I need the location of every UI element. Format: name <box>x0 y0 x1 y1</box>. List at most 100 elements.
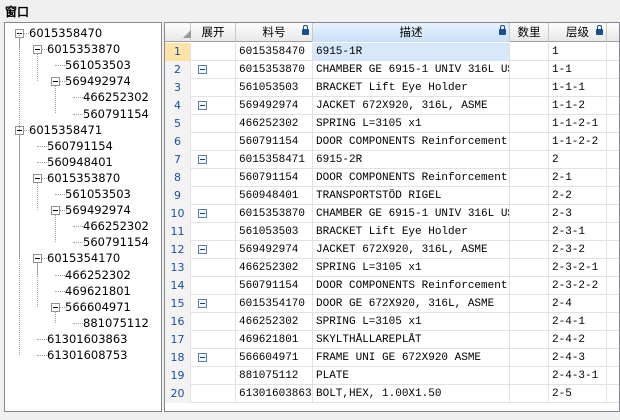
quantity-cell[interactable] <box>510 43 549 61</box>
row-number[interactable]: 19 <box>165 367 191 385</box>
quantity-cell[interactable] <box>510 223 549 241</box>
description-cell[interactable]: CHAMBER GE 6915-1 UNIV 316L US <box>313 61 510 79</box>
row-number[interactable]: 2 <box>165 61 191 79</box>
quantity-cell[interactable] <box>510 61 549 79</box>
expand-cell[interactable] <box>191 349 236 367</box>
tree-node[interactable]: 466252302 <box>83 89 149 105</box>
description-cell[interactable]: DOOR GE 672X920, 316L, ASME <box>313 295 510 313</box>
description-cell[interactable]: SPRING L=3105 x1 <box>313 313 510 331</box>
level-cell[interactable]: 2-1 <box>549 169 607 187</box>
table-row[interactable]: 8 560791154 DOOR COMPONENTS Reinforcement 2… <box>165 169 619 187</box>
tree-node[interactable]: 566604971 <box>65 299 131 315</box>
tree-node[interactable]: 560791154 <box>47 138 113 154</box>
tree-node[interactable]: 881075112 <box>83 315 149 331</box>
description-cell[interactable]: DOOR COMPONENTS Reinforcement <box>313 169 510 187</box>
table-row[interactable]: 12 569492974 JACKET 672X920, 316L, ASME 2-3… <box>165 241 619 259</box>
description-cell[interactable]: BRACKET Lift Eye Holder <box>313 79 510 97</box>
quantity-cell[interactable] <box>510 259 549 277</box>
tree-node[interactable]: 6015358471 <box>29 122 102 138</box>
part-number-cell[interactable]: 560791154 <box>236 133 313 151</box>
collapse-toggle-icon[interactable] <box>198 65 207 74</box>
row-number[interactable]: 13 <box>165 259 191 277</box>
part-number-cell[interactable]: 560948401 <box>236 187 313 205</box>
level-cell[interactable]: 1-1-2-1 <box>549 115 607 133</box>
tree-node[interactable]: 469621801 <box>65 283 131 299</box>
expand-cell[interactable] <box>191 151 236 169</box>
part-number-cell[interactable]: 561053503 <box>236 79 313 97</box>
expand-cell[interactable] <box>191 61 236 79</box>
level-cell[interactable]: 2 <box>549 151 607 169</box>
part-number-cell[interactable]: 61301603863 <box>236 385 313 403</box>
tree-node[interactable]: 569492974 <box>65 73 131 89</box>
level-cell[interactable]: 2-4-1 <box>549 313 607 331</box>
level-cell[interactable]: 2-4-2 <box>549 331 607 349</box>
row-number[interactable]: 5 <box>165 115 191 133</box>
quantity-cell[interactable] <box>510 331 549 349</box>
tree-node[interactable]: 560791154 <box>83 234 149 250</box>
quantity-cell[interactable] <box>510 187 549 205</box>
description-cell[interactable]: BOLT,HEX, 1.00X1.50 <box>313 385 510 403</box>
collapse-toggle-icon[interactable] <box>198 299 207 308</box>
description-cell[interactable]: SPRING L=3105 x1 <box>313 115 510 133</box>
column-header-part[interactable]: 料号 <box>236 23 313 42</box>
description-cell[interactable]: SPRING L=3105 x1 <box>313 259 510 277</box>
part-number-cell[interactable]: 6015353870 <box>236 61 313 79</box>
row-number[interactable]: 8 <box>165 169 191 187</box>
tree-node[interactable]: 6015354170 <box>47 250 120 266</box>
level-cell[interactable]: 2-4-3 <box>549 349 607 367</box>
level-cell[interactable]: 2-3-2 <box>549 241 607 259</box>
expand-cell[interactable] <box>191 43 236 61</box>
collapse-toggle-icon[interactable] <box>198 209 207 218</box>
quantity-cell[interactable] <box>510 241 549 259</box>
expand-cell[interactable] <box>191 115 236 133</box>
part-number-cell[interactable]: 569492974 <box>236 97 313 115</box>
column-header-level[interactable]: 层级 <box>549 23 607 42</box>
table-row[interactable]: 11 561053503 BRACKET Lift Eye Holder 2-3-1 <box>165 223 619 241</box>
row-number[interactable]: 3 <box>165 79 191 97</box>
bom-tree-panel[interactable]: 6015358470 6015353870 561053503 569492974 46… <box>4 22 162 412</box>
quantity-cell[interactable] <box>510 313 549 331</box>
part-number-cell[interactable]: 466252302 <box>236 313 313 331</box>
quantity-cell[interactable] <box>510 79 549 97</box>
table-row[interactable]: 18 566604971 FRAME UNI GE 672X920 ASME 2-4-… <box>165 349 619 367</box>
expand-cell[interactable] <box>191 223 236 241</box>
part-number-cell[interactable]: 466252302 <box>236 115 313 133</box>
description-cell[interactable]: 6915-2R <box>313 151 510 169</box>
row-number[interactable]: 4 <box>165 97 191 115</box>
tree-node[interactable]: 6015353870 <box>47 170 120 186</box>
select-all-corner-icon[interactable] <box>183 30 191 38</box>
tree-node[interactable]: 6015358470 <box>29 25 102 41</box>
quantity-cell[interactable] <box>510 169 549 187</box>
tree-node[interactable]: 6015353870 <box>47 41 120 57</box>
part-number-cell[interactable]: 469621801 <box>236 331 313 349</box>
expand-cell[interactable] <box>191 259 236 277</box>
table-row[interactable]: 16 466252302 SPRING L=3105 x1 2-4-1 <box>165 313 619 331</box>
quantity-cell[interactable] <box>510 151 549 169</box>
level-cell[interactable]: 1-1-2-2 <box>549 133 607 151</box>
tree-node[interactable]: 466252302 <box>65 267 131 283</box>
tree-collapse-toggle[interactable] <box>51 206 60 216</box>
column-header-qty[interactable]: 数里 <box>510 23 549 42</box>
tree-collapse-toggle[interactable] <box>51 77 60 87</box>
column-header-rownum[interactable] <box>165 23 191 42</box>
row-number[interactable]: 17 <box>165 331 191 349</box>
expand-cell[interactable] <box>191 241 236 259</box>
column-header-desc[interactable]: 描述 <box>313 23 510 42</box>
level-cell[interactable]: 1-1 <box>549 61 607 79</box>
description-cell[interactable]: FRAME UNI GE 672X920 ASME <box>313 349 510 367</box>
expand-cell[interactable] <box>191 295 236 313</box>
part-number-cell[interactable]: 561053503 <box>236 223 313 241</box>
level-cell[interactable]: 2-5 <box>549 385 607 403</box>
table-row[interactable]: 13 466252302 SPRING L=3105 x1 2-3-2-1 <box>165 259 619 277</box>
part-number-cell[interactable]: 566604971 <box>236 349 313 367</box>
expand-cell[interactable] <box>191 133 236 151</box>
tree-node[interactable]: 560791154 <box>83 106 149 122</box>
table-row[interactable]: 2 6015353870 CHAMBER GE 6915-1 UNIV 316L U… <box>165 61 619 79</box>
description-cell[interactable]: 6915-1R <box>313 43 510 61</box>
table-row[interactable]: 1 6015358470 6915-1R 1 <box>165 43 619 61</box>
tree-node[interactable]: 569492974 <box>65 202 131 218</box>
tree-node[interactable]: 466252302 <box>83 218 149 234</box>
table-row[interactable]: 15 6015354170 DOOR GE 672X920, 316L, ASME 2… <box>165 295 619 313</box>
row-number[interactable]: 15 <box>165 295 191 313</box>
collapse-toggle-icon[interactable] <box>198 155 207 164</box>
